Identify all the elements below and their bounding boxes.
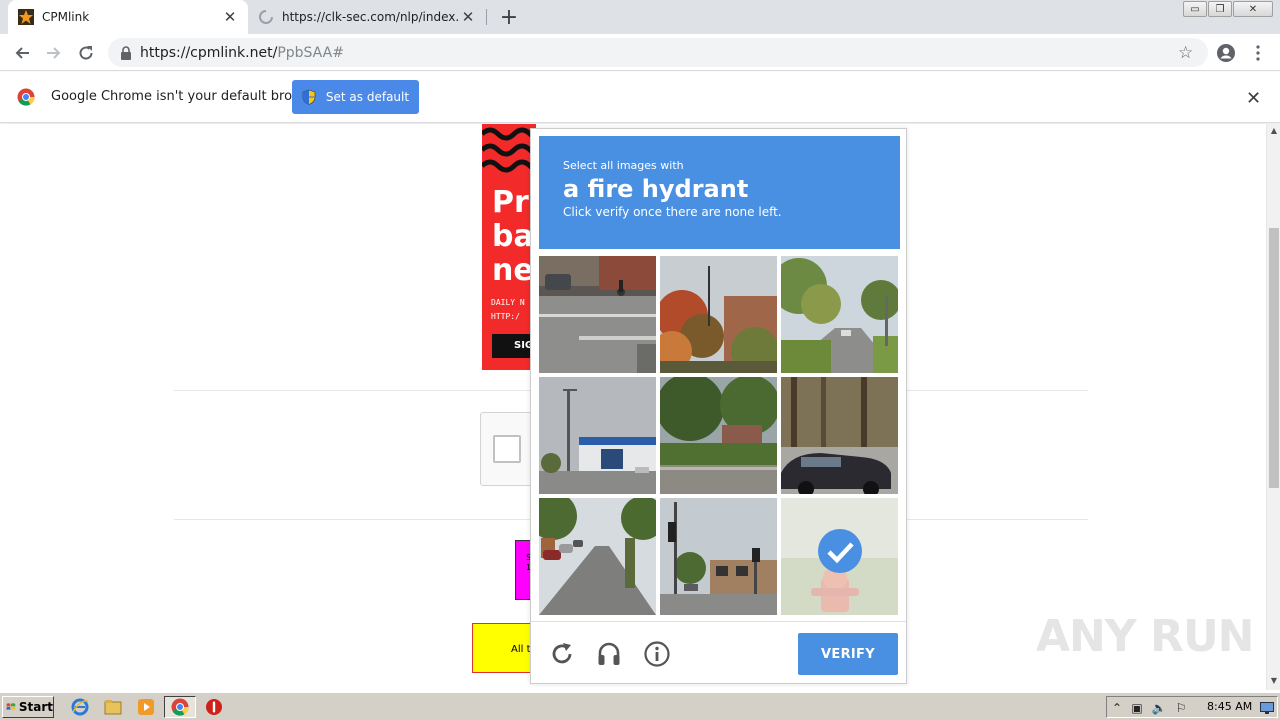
challenge-footer: VERIFY xyxy=(531,621,906,683)
reload-icon xyxy=(552,643,572,664)
tree-lined-road-image xyxy=(781,256,898,373)
image-tile[interactable] xyxy=(781,256,898,373)
recaptcha-checkbox[interactable] xyxy=(493,435,521,463)
lock-icon xyxy=(121,45,131,60)
action-center-flag-icon[interactable]: ⚐ xyxy=(1173,700,1189,716)
parked-car-image xyxy=(781,377,898,494)
loading-spinner-icon xyxy=(259,10,273,24)
browser-toolbar: https://cpmlink.net/PpbSAA# ☆ xyxy=(0,34,1280,71)
scroll-up-icon[interactable]: ▲ xyxy=(1267,126,1280,138)
tab-title: https://clk-sec.com/nlp/index.php?a xyxy=(282,10,460,24)
info-icon xyxy=(644,641,670,667)
url-path: PpbSAA# xyxy=(277,44,344,61)
address-bar[interactable]: https://cpmlink.net/PpbSAA# ☆ xyxy=(108,38,1208,67)
start-button[interactable]: Start xyxy=(2,696,54,718)
ad-banner[interactable]: Pro ba ne DAILY N HTTP:/ SIG xyxy=(482,124,536,370)
ie-icon[interactable] xyxy=(70,697,90,717)
image-tile[interactable] xyxy=(660,498,777,615)
wavy-lines-decoration-icon xyxy=(482,127,536,173)
challenge-instruction: Select all images with xyxy=(563,159,684,172)
explorer-folder-icon[interactable] xyxy=(103,697,123,717)
challenge-hint: Click verify once there are none left. xyxy=(563,205,782,219)
image-tile[interactable] xyxy=(660,256,777,373)
suburban-lawn-image xyxy=(660,377,777,494)
scroll-thumb[interactable] xyxy=(1269,228,1279,488)
tab-close-icon[interactable]: ✕ xyxy=(222,8,238,26)
info-button[interactable] xyxy=(643,640,671,668)
chrome-taskbar-icon[interactable] xyxy=(170,697,190,717)
office-building-image xyxy=(539,377,656,494)
infobar-close-icon[interactable]: ✕ xyxy=(1246,88,1264,109)
back-arrow-icon xyxy=(15,47,29,59)
bookmark-star-icon[interactable]: ☆ xyxy=(1178,44,1196,62)
restore-button[interactable]: ❐ xyxy=(1208,1,1232,17)
vertical-scrollbar[interactable]: ▲ ▼ xyxy=(1266,124,1280,690)
media-player-icon[interactable] xyxy=(136,697,156,717)
image-tile-selected[interactable] xyxy=(781,498,898,615)
image-tile[interactable] xyxy=(781,377,898,494)
challenge-target-object: a fire hydrant xyxy=(563,175,749,203)
audio-challenge-button[interactable] xyxy=(595,640,623,668)
tab-title: CPMlink xyxy=(42,10,90,24)
clock[interactable]: 8:45 AM xyxy=(1207,700,1252,713)
residential-street-image xyxy=(539,498,656,615)
tab-clk-sec[interactable]: https://clk-sec.com/nlp/index.php?a ✕ xyxy=(248,0,486,34)
reload-button[interactable] xyxy=(73,40,99,66)
url-host: https://cpmlink.net/ xyxy=(140,44,278,61)
image-tile[interactable] xyxy=(539,377,656,494)
traffic-light-image xyxy=(660,498,777,615)
anyrun-watermark: ANY RUN xyxy=(1036,608,1254,662)
network-icon[interactable]: ▣ xyxy=(1129,700,1145,716)
forward-button[interactable] xyxy=(41,40,67,66)
autumn-trees-image xyxy=(660,256,777,373)
scroll-down-icon[interactable]: ▼ xyxy=(1267,676,1280,688)
windows-taskbar: Start ⌃ ▣ 🔈 ⚐ 8:45 AM xyxy=(0,692,1280,720)
yellow-box-text: All t xyxy=(511,644,531,655)
set-as-default-button[interactable]: Set as default xyxy=(292,80,419,114)
chrome-logo-icon xyxy=(17,88,35,106)
windows-logo-icon xyxy=(6,703,16,711)
image-tile[interactable] xyxy=(539,498,656,615)
image-tile-grid xyxy=(539,256,900,615)
tab-divider xyxy=(486,9,487,25)
tab-close-icon[interactable]: ✕ xyxy=(460,8,476,26)
verify-button[interactable]: VERIFY xyxy=(798,633,898,675)
back-button[interactable] xyxy=(9,40,35,66)
reload-challenge-button[interactable] xyxy=(548,640,576,668)
reload-icon xyxy=(79,46,93,60)
show-desktop-icon[interactable] xyxy=(1259,700,1275,716)
security-alert-icon[interactable] xyxy=(204,697,224,717)
minimize-button[interactable]: ▭ xyxy=(1183,1,1207,17)
tray-expand-icon[interactable]: ⌃ xyxy=(1109,700,1125,716)
yellow-promo-box[interactable]: All t xyxy=(472,623,536,673)
profile-button[interactable] xyxy=(1213,40,1239,66)
check-circle-icon xyxy=(818,529,862,573)
volume-icon[interactable]: 🔈 xyxy=(1151,700,1167,716)
captcha-challenge-popup: Select all images with a fire hydrant Cl… xyxy=(530,128,907,684)
infobar-message: Google Chrome isn't your default browser xyxy=(51,89,323,104)
menu-button[interactable] xyxy=(1245,40,1271,66)
new-tab-button[interactable]: + xyxy=(498,5,520,30)
more-vert-icon xyxy=(1256,45,1260,61)
watermark-text: ANY RUN xyxy=(1036,611,1254,662)
audio-icon xyxy=(598,642,620,665)
uac-shield-icon xyxy=(302,89,316,105)
default-browser-infobar: Google Chrome isn't your default browser… xyxy=(0,72,1280,123)
image-tile[interactable] xyxy=(539,256,656,373)
system-tray: ⌃ ▣ 🔈 ⚐ 8:45 AM xyxy=(1106,696,1278,718)
challenge-header: Select all images with a fire hydrant Cl… xyxy=(539,136,900,249)
street-corner-image xyxy=(539,256,656,373)
verify-label: VERIFY xyxy=(821,646,875,662)
cpmlink-favicon-icon xyxy=(18,9,34,25)
account-circle-icon xyxy=(1217,44,1235,62)
forward-arrow-icon xyxy=(47,47,61,59)
close-window-button[interactable]: ✕ xyxy=(1233,1,1273,17)
image-tile[interactable] xyxy=(660,377,777,494)
tab-cpmlink[interactable]: CPMlink ✕ xyxy=(8,0,248,34)
tab-strip: CPMlink ✕ https://clk-sec.com/nlp/index.… xyxy=(0,0,1280,34)
ad-small-text: DAILY N HTTP:/ xyxy=(491,298,525,321)
start-label: Start xyxy=(18,700,53,714)
set-as-default-label: Set as default xyxy=(325,90,410,104)
